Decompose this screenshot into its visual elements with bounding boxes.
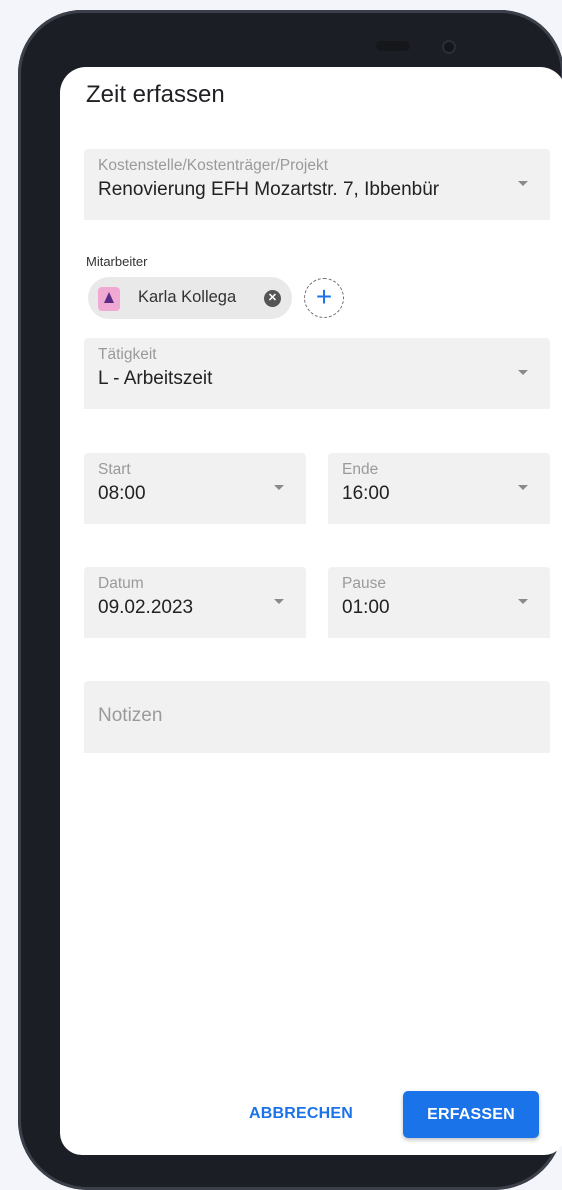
dropdown-arrow-icon	[518, 181, 528, 186]
dropdown-arrow-icon	[518, 599, 528, 604]
pause-value: 01:00	[342, 597, 390, 618]
kostenstelle-label: Kostenstelle/Kostenträger/Projekt	[98, 157, 329, 174]
employee-chip[interactable]: Karla Kollega ✕	[88, 277, 292, 319]
taetigkeit-select[interactable]: Tätigkeit L - Arbeitszeit	[84, 338, 550, 409]
dialog-title: Zeit erfassen	[86, 81, 225, 108]
taetigkeit-label: Tätigkeit	[98, 346, 157, 363]
dropdown-arrow-icon	[274, 599, 284, 604]
datum-select[interactable]: Datum 09.02.2023	[84, 567, 306, 638]
pause-label: Pause	[342, 575, 386, 592]
ende-label: Ende	[342, 461, 379, 478]
dropdown-arrow-icon	[274, 485, 284, 490]
kostenstelle-value: Renovierung EFH Mozartstr. 7, Ibbenbür	[98, 179, 440, 200]
dropdown-arrow-icon	[518, 370, 528, 375]
employee-chip-label: Karla Kollega	[138, 288, 237, 306]
remove-chip-icon[interactable]: ✕	[264, 290, 281, 307]
datum-value: 09.02.2023	[98, 597, 194, 618]
start-select[interactable]: Start 08:00	[84, 453, 306, 524]
earpiece-speaker	[376, 41, 410, 51]
mitarbeiter-label: Mitarbeiter	[86, 254, 148, 269]
front-camera-icon	[442, 40, 456, 54]
submit-button[interactable]: ERFASSEN	[403, 1091, 539, 1138]
taetigkeit-value: L - Arbeitszeit	[98, 368, 213, 389]
notizen-field[interactable]: Notizen	[84, 681, 550, 753]
kostenstelle-select[interactable]: Kostenstelle/Kostenträger/Projekt Renovi…	[84, 149, 550, 220]
app-screen: Zeit erfassen Kostenstelle/Kostenträger/…	[60, 67, 562, 1155]
datum-label: Datum	[98, 575, 144, 592]
ende-value: 16:00	[342, 483, 390, 504]
start-label: Start	[98, 461, 131, 478]
phone-frame: Zeit erfassen Kostenstelle/Kostenträger/…	[18, 10, 562, 1190]
notizen-placeholder: Notizen	[98, 705, 163, 726]
add-employee-button[interactable]: +	[304, 278, 344, 318]
cancel-button[interactable]: ABBRECHEN	[236, 1094, 366, 1134]
ende-select[interactable]: Ende 16:00	[328, 453, 550, 524]
start-value: 08:00	[98, 483, 146, 504]
dropdown-arrow-icon	[518, 485, 528, 490]
pause-select[interactable]: Pause 01:00	[328, 567, 550, 638]
avatar	[98, 287, 120, 311]
